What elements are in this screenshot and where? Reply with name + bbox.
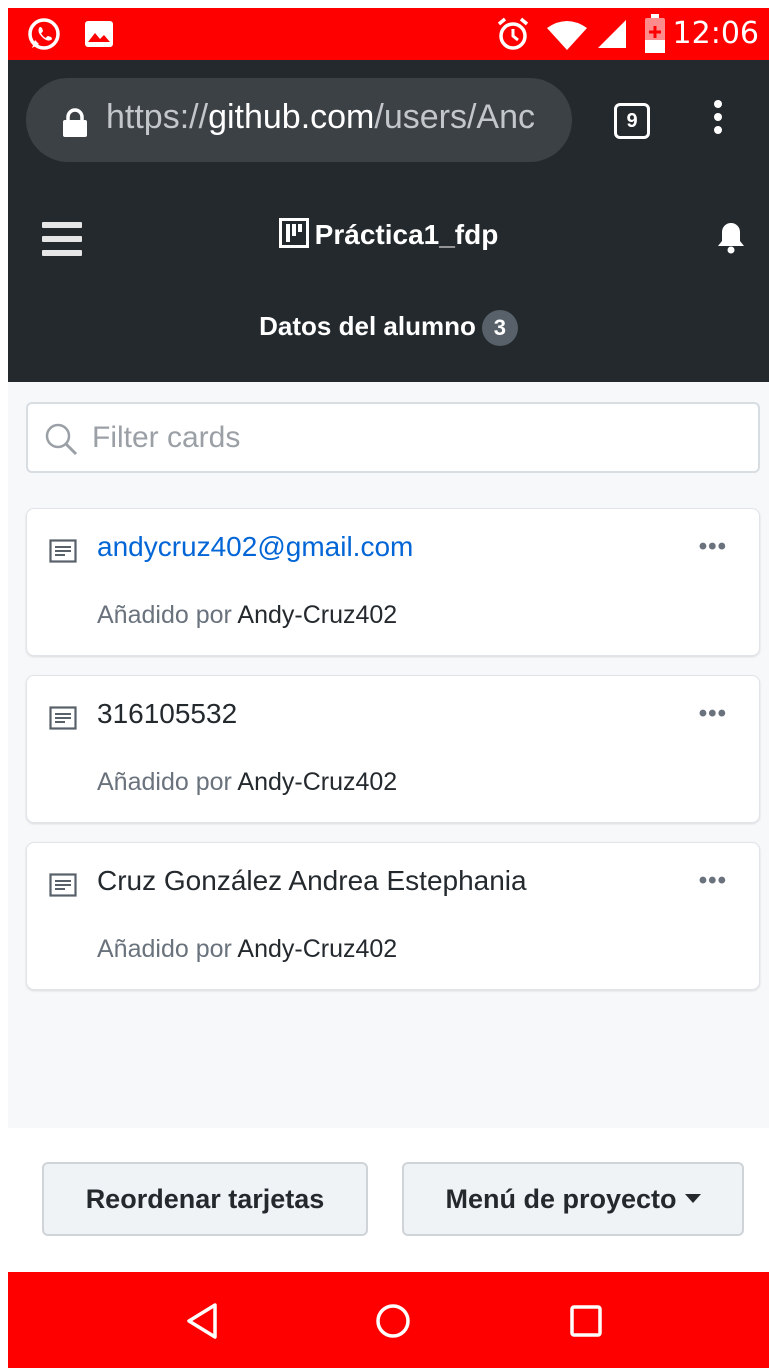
home-icon[interactable] [375,1302,411,1345]
wifi-icon [546,20,588,55]
project-title-text: Práctica1_fdp [314,219,499,250]
alarm-icon [496,16,530,57]
card-more-button[interactable]: ••• [699,700,727,728]
reorder-cards-button[interactable]: Reordenar tarjetas [42,1162,368,1236]
card-meta: Añadido por Andy-Cruz402 [97,935,397,964]
battery-icon [644,14,666,59]
added-by-label: Añadido por [97,935,232,963]
note-card[interactable]: Cruz González Andrea Estephania Añadido … [26,842,760,990]
card-title-link[interactable]: andycruz402@gmail.com [97,531,413,563]
note-icon [49,706,77,735]
card-author[interactable]: Andy-Cruz402 [237,601,397,629]
filter-cards-field[interactable] [26,402,760,473]
added-by-label: Añadido por [97,768,232,796]
lock-icon [62,108,88,143]
added-by-label: Añadido por [97,601,232,629]
image-icon [84,20,114,53]
status-time: 12:06 [672,16,759,51]
reorder-cards-label: Reordenar tarjetas [85,1184,325,1214]
url-host: github.com [208,98,375,136]
project-menu-button[interactable]: Menú de proyecto [402,1162,744,1236]
project-header: Práctica1_fdp Datos del alumno 3 [8,180,769,382]
card-count-badge: 3 [481,310,518,346]
card-author[interactable]: Andy-Cruz402 [237,935,397,963]
note-card[interactable]: andycruz402@gmail.com Añadido por Andy-C… [26,508,760,656]
tab-switcher-button[interactable]: 9 [614,103,650,139]
browser-toolbar: https://github.com/users/Anc 9 [8,60,769,180]
card-meta: Añadido por Andy-Cruz402 [97,768,397,797]
project-board-icon [278,218,309,255]
filter-cards-input[interactable] [92,416,732,460]
caret-down-icon [684,1194,701,1203]
project-menu-label: Menú de proyecto [445,1184,677,1214]
column-content: andycruz402@gmail.com Añadido por Andy-C… [8,382,769,1128]
note-card[interactable]: 316105532 Añadido por Andy-Cruz402 ••• [26,675,760,823]
card-title: 316105532 [97,698,238,729]
column-title-text: Datos del alumno [259,311,476,341]
card-more-button[interactable]: ••• [699,867,727,895]
card-meta: Añadido por Andy-Cruz402 [97,601,397,630]
back-icon[interactable] [184,1302,220,1345]
card-author[interactable]: Andy-Cruz402 [237,768,397,796]
column-title: Datos del alumno 3 [8,310,769,346]
android-nav-bar [8,1272,769,1368]
bottom-actions: Reordenar tarjetas Menú de proyecto [8,1128,769,1272]
search-icon [44,422,78,461]
url-scheme: https:// [106,98,209,136]
recents-icon[interactable] [568,1302,604,1345]
note-icon [49,539,77,568]
card-more-button[interactable]: ••• [699,533,727,561]
bell-icon[interactable] [715,220,747,259]
project-title: Práctica1_fdp [8,218,769,255]
browser-menu-icon[interactable] [708,100,728,140]
screen-edge [0,0,8,1368]
note-icon [49,873,77,902]
signal-icon [596,18,628,55]
whatsapp-icon [26,16,62,57]
url-bar[interactable]: https://github.com/users/Anc [26,78,572,162]
status-bar: 12:06 [8,8,769,60]
url-path: /users/Anc [374,98,536,136]
url-text: https://github.com/users/Anc [106,98,535,137]
card-title: Cruz González Andrea Estephania [97,865,527,896]
